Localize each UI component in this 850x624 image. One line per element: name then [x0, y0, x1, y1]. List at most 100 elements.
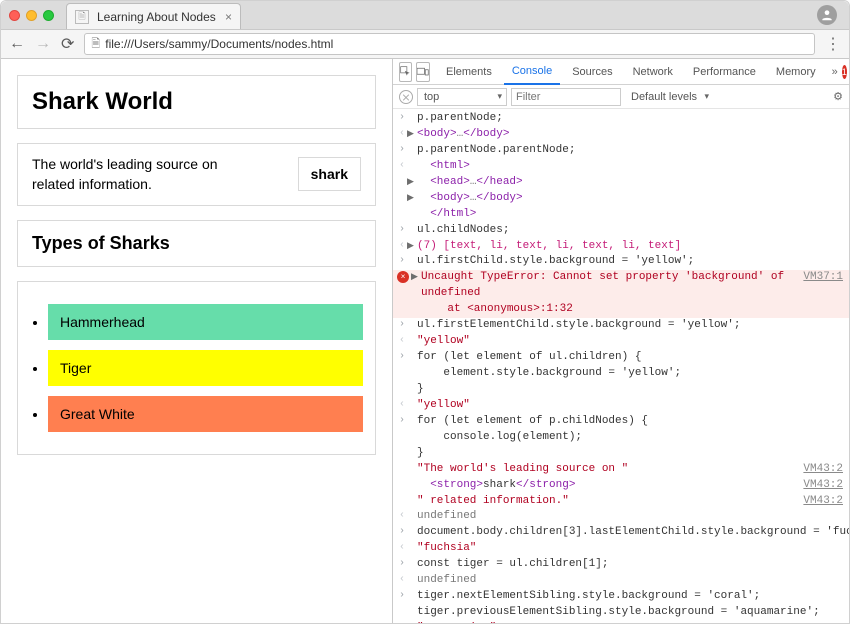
devtools-tab-memory[interactable]: Memory [768, 59, 824, 85]
console-text: undefined [417, 509, 843, 525]
console-row: p.parentNode.parentNode; [393, 143, 849, 159]
back-button[interactable]: ← [9, 35, 25, 53]
input-marker-icon [397, 223, 407, 239]
input-marker-icon [397, 111, 407, 127]
source-link[interactable]: VM37:1 [795, 270, 843, 318]
devtools-panel: ElementsConsoleSourcesNetworkPerformance… [393, 59, 849, 623]
output-marker-icon [397, 127, 407, 143]
list-item: Great White [48, 396, 363, 432]
console-row: tiger.nextElementSibling.style.backgroun… [393, 589, 849, 621]
console-row: for (let element of p.childNodes) { cons… [393, 414, 849, 462]
console-output[interactable]: p.parentNode;▶<body>…</body>p.parentNode… [393, 109, 849, 623]
output-marker-icon [397, 573, 407, 589]
console-text: document.body.children[3].lastElementChi… [417, 525, 843, 541]
close-tab-icon[interactable]: × [225, 10, 232, 24]
expand-icon[interactable]: ▶ [407, 191, 417, 207]
expand-icon[interactable]: ▶ [407, 127, 417, 143]
console-row: ▶ <body>…</body> [393, 191, 849, 207]
console-row: p.parentNode; [393, 111, 849, 127]
output-marker-icon [397, 239, 407, 255]
context-selector[interactable]: top [417, 88, 507, 106]
console-row: <strong>shark</strong>VM43:2 [393, 478, 849, 494]
page-heading: Shark World [32, 88, 361, 116]
console-text: for (let element of p.childNodes) { cons… [417, 414, 843, 462]
expand-icon[interactable]: ▶ [407, 239, 417, 255]
zoom-window-icon[interactable] [43, 10, 54, 21]
expand-icon [407, 350, 417, 398]
browser-tab[interactable]: 🗎 Learning About Nodes × [66, 3, 241, 29]
minimize-window-icon[interactable] [26, 10, 37, 21]
output-marker-icon [397, 509, 407, 525]
more-tabs-icon[interactable]: » [832, 66, 838, 78]
console-row: undefined [393, 573, 849, 589]
expand-icon [407, 143, 417, 159]
blank-gutter [397, 494, 407, 510]
expand-icon [407, 557, 417, 573]
url-text: file:///Users/sammy/Documents/nodes.html [105, 37, 333, 51]
source-link[interactable]: VM43:2 [795, 462, 843, 478]
section-heading: Types of Sharks [32, 233, 361, 254]
console-text: <body>…</body> [417, 191, 843, 207]
devtools-tabs: ElementsConsoleSourcesNetworkPerformance… [393, 59, 849, 85]
input-marker-icon [397, 525, 407, 541]
console-text: <head>…</head> [417, 175, 843, 191]
console-text: "aquamarine" [417, 621, 843, 623]
input-marker-icon [397, 557, 407, 573]
console-settings-icon[interactable]: ⚙ [833, 90, 843, 103]
devtools-tab-elements[interactable]: Elements [438, 59, 500, 85]
browser-window: 🗎 Learning About Nodes × ← → ⟳ 🗎 file://… [0, 0, 850, 624]
console-row: "yellow" [393, 334, 849, 350]
devtools-tab-console[interactable]: Console [504, 59, 560, 85]
console-text: <strong>shark</strong> [417, 478, 795, 494]
reload-button[interactable]: ⟳ [61, 34, 74, 54]
device-toggle-icon[interactable] [416, 62, 430, 82]
browser-menu-icon[interactable]: ⋮ [825, 34, 841, 54]
filter-input[interactable] [511, 88, 621, 106]
expand-icon [407, 398, 417, 414]
clear-console-icon[interactable] [399, 90, 413, 104]
element-picker-icon[interactable] [399, 62, 412, 82]
tab-title: Learning About Nodes [97, 10, 216, 24]
input-marker-icon [397, 589, 407, 621]
expand-icon [407, 111, 417, 127]
blank-gutter [397, 175, 407, 191]
console-text: undefined [417, 573, 843, 589]
error-icon: × [397, 271, 409, 283]
expand-icon[interactable]: ▶ [407, 175, 417, 191]
expand-icon[interactable]: ▶ [411, 270, 421, 318]
expand-icon [407, 573, 417, 589]
console-text: ul.firstChild.style.background = 'yellow… [417, 254, 843, 270]
list-item: Hammerhead [48, 304, 363, 340]
profile-avatar-icon[interactable] [817, 5, 837, 25]
list-item-label: Hammerhead [48, 304, 363, 340]
expand-icon [407, 494, 417, 510]
console-row: "yellow" [393, 398, 849, 414]
address-bar[interactable]: 🗎 file:///Users/sammy/Documents/nodes.ht… [84, 33, 815, 55]
source-link[interactable]: VM43:2 [795, 494, 843, 510]
console-text: <html> [417, 159, 843, 175]
log-levels-selector[interactable]: Default levels [625, 88, 711, 106]
console-filter-bar: top Default levels ⚙ [393, 85, 849, 109]
console-row: ul.childNodes; [393, 223, 849, 239]
titlebar: 🗎 Learning About Nodes × [1, 1, 849, 29]
forward-button[interactable]: → [35, 35, 51, 53]
input-marker-icon [397, 350, 407, 398]
error-count-badge[interactable]: 1 [842, 65, 847, 79]
blank-gutter [397, 191, 407, 207]
toolbar: ← → ⟳ 🗎 file:///Users/sammy/Documents/no… [1, 29, 849, 59]
console-row: ul.firstChild.style.background = 'yellow… [393, 254, 849, 270]
devtools-tab-network[interactable]: Network [625, 59, 681, 85]
console-text: <body>…</body> [417, 127, 843, 143]
devtools-tab-performance[interactable]: Performance [685, 59, 764, 85]
source-link[interactable]: VM43:2 [795, 478, 843, 494]
list-item: Tiger [48, 350, 363, 386]
close-window-icon[interactable] [9, 10, 20, 21]
devtools-tab-sources[interactable]: Sources [564, 59, 620, 85]
console-row: for (let element of ul.children) { eleme… [393, 350, 849, 398]
output-marker-icon [397, 621, 407, 623]
console-text: ul.childNodes; [417, 223, 843, 239]
console-text: "yellow" [417, 398, 843, 414]
expand-icon [407, 462, 417, 478]
console-row: ▶(7) [text, li, text, li, text, li, text… [393, 239, 849, 255]
console-text: "The world's leading source on " [417, 462, 795, 478]
